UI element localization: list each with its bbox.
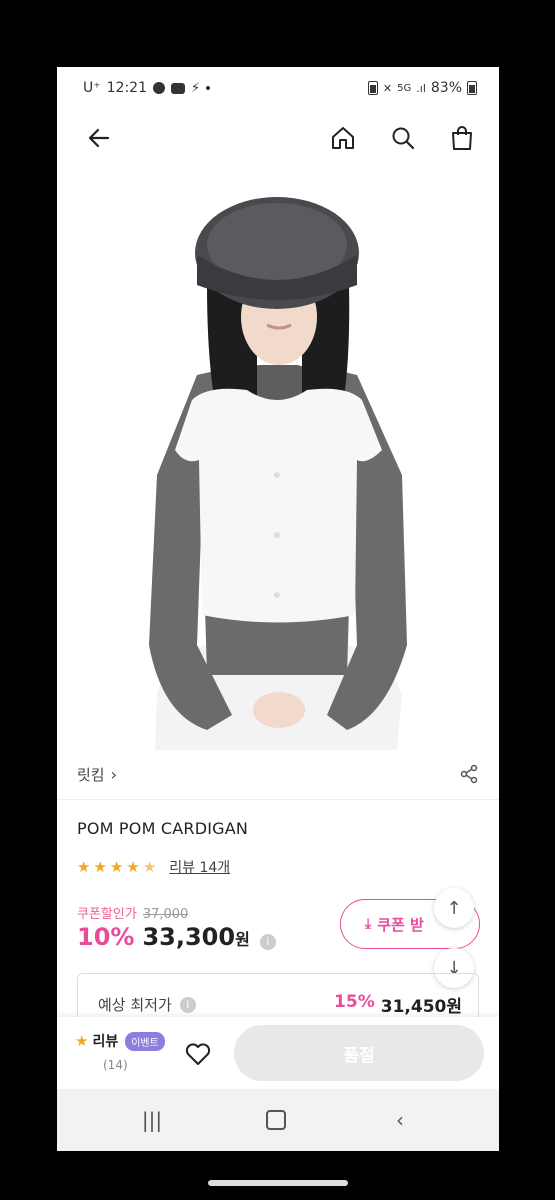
sale-price-value: 33,300 [142, 923, 236, 951]
heart-icon[interactable] [184, 1040, 212, 1068]
product-title: POM POM CARDIGAN [77, 819, 249, 838]
mute-icon: ✕ [382, 81, 393, 95]
star-icon: ★ [109, 858, 124, 876]
info-icon: i [179, 996, 196, 1013]
star-icon: ★ [93, 858, 107, 876]
signal-5g-icon: 5G [397, 82, 412, 94]
download-icon: ⤓ [365, 916, 372, 932]
phone-screen: U⁺ 12:21 ⚡ ✕ 5G .ıl 83% 릿킴 › POM POM CAR… [57, 67, 499, 1151]
home-nav-icon [266, 1110, 286, 1130]
back-nav-icon: ‹ [396, 1108, 404, 1132]
home-icon [332, 127, 354, 149]
signal-bars-icon: .ıl [416, 81, 426, 95]
share-icon[interactable] [459, 764, 479, 784]
product-image[interactable] [57, 175, 499, 750]
best-price-value: 15% 31,450원 [334, 992, 462, 1017]
star-icon: ★ [77, 858, 91, 876]
brand-name: 릿킴 [77, 765, 105, 784]
best-price-label-text: 예상 최저가 [98, 996, 172, 1014]
star-icon: ★ [75, 1032, 89, 1050]
coupon-price-label: 쿠폰할인가 37,000 [77, 903, 188, 922]
arrow-up-icon: ↑ [446, 897, 462, 919]
best-price-amount: 31,450원 [380, 997, 462, 1017]
chevron-right-icon: › [110, 764, 118, 784]
star-icon: ★ [126, 858, 140, 876]
back-arrow-icon [88, 128, 110, 148]
brand-link[interactable]: 릿킴 › [77, 764, 117, 785]
recent-apps-button[interactable]: ||| [137, 1105, 167, 1135]
home-indicator [208, 1180, 348, 1186]
review-label: 리뷰 [92, 1034, 119, 1050]
chat-icon [153, 82, 165, 94]
scroll-up-button[interactable]: ↑ [434, 888, 474, 928]
review-count: (14) [103, 1058, 128, 1072]
divider [57, 799, 499, 800]
review-link[interactable]: 리뷰 14개 [169, 857, 230, 877]
info-icon[interactable]: i [259, 933, 276, 950]
search-icon [392, 127, 415, 150]
best-price-label: 예상 최저가 i [98, 994, 196, 1015]
coupon-label-text: 쿠폰할인가 [77, 907, 137, 922]
coupon-button-label: 쿠폰 받 [377, 915, 424, 934]
home-button[interactable] [327, 122, 359, 154]
status-bar: U⁺ 12:21 ⚡ ✕ 5G .ıl 83% [57, 67, 499, 112]
brand-row: 릿킴 › [77, 760, 479, 788]
back-nav-button[interactable]: ‹ [385, 1105, 415, 1135]
android-navigation-bar: ||| ‹ [57, 1089, 499, 1151]
top-navigation [57, 112, 499, 164]
notification-icon: ⚡ [191, 80, 201, 96]
half-star-icon: ★ [142, 858, 157, 876]
time-label: 12:21 [106, 80, 147, 96]
search-button[interactable] [387, 122, 419, 154]
youtube-icon [171, 82, 185, 94]
cart-button[interactable] [446, 122, 478, 154]
more-notifications-icon [206, 86, 211, 90]
currency-label: 원 [235, 930, 250, 949]
price-row: 10% 33,300원 i [77, 923, 276, 951]
battery-percent: 83% [430, 80, 462, 96]
carrier-label: U⁺ [83, 80, 101, 96]
purchase-bar: ★ 리뷰 이벤트 (14) 품절 [57, 1017, 499, 1089]
soldout-button[interactable]: 품절 [234, 1025, 484, 1081]
shopping-bag-icon [452, 126, 472, 150]
review-summary[interactable]: ★ 리뷰 이벤트 [75, 1031, 165, 1051]
battery-saver-icon [367, 81, 378, 95]
original-price: 37,000 [142, 907, 189, 922]
home-nav-button[interactable] [261, 1105, 291, 1135]
back-button[interactable] [83, 122, 115, 154]
discount-percent: 10% [77, 923, 135, 951]
product-photo [149, 197, 407, 750]
battery-icon [467, 81, 477, 95]
best-discount: 15% [334, 992, 375, 1012]
event-badge: 이벤트 [125, 1031, 165, 1051]
sale-price: 33,300원 [142, 923, 249, 951]
rating-row: ★ ★ ★ ★ ★ 리뷰 14개 [77, 857, 230, 877]
recent-apps-icon: ||| [141, 1108, 163, 1132]
